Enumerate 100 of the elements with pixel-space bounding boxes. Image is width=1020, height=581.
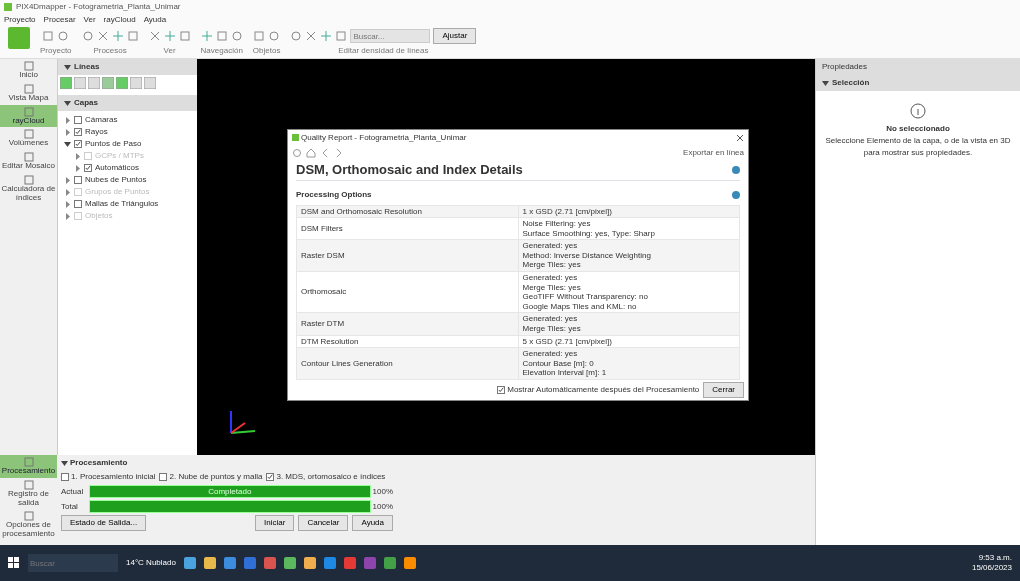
clock-time: 9:53 a.m. <box>977 553 1012 563</box>
panel-icon <box>23 106 34 117</box>
checkbox[interactable] <box>497 386 506 394</box>
tool-button[interactable] <box>81 30 94 42</box>
action-button[interactable]: Ayuda <box>352 515 393 531</box>
tool-button[interactable] <box>268 30 281 42</box>
square-icon <box>42 30 55 42</box>
cross-icon <box>96 30 109 42</box>
app-logo-icon <box>4 3 12 11</box>
tool-button[interactable] <box>163 30 176 42</box>
tool-button[interactable] <box>96 30 109 42</box>
taskbar-search-field[interactable]: Buscar <box>28 554 118 572</box>
action-button[interactable]: Estado de Salida... <box>61 515 147 531</box>
step-label: 1. Procesamiento inicial <box>71 471 156 483</box>
tool-button[interactable] <box>305 30 318 42</box>
checkbox[interactable] <box>74 140 82 148</box>
tool-button[interactable] <box>148 30 161 42</box>
tool-button[interactable] <box>57 30 70 42</box>
app-logo-icon <box>292 134 299 141</box>
tool-button[interactable] <box>42 30 55 42</box>
bar-label: Total <box>61 500 79 513</box>
report-heading: DSM, Orthomosaic and Index Details <box>296 161 523 179</box>
app-icon <box>263 557 276 569</box>
step-label: 2. Nube de puntos y malla <box>169 471 263 483</box>
tool-button[interactable] <box>290 30 303 42</box>
tool-button[interactable] <box>320 30 333 42</box>
menu-item[interactable]: Proyecto <box>4 14 36 26</box>
tool-icon <box>74 77 86 89</box>
tool-button[interactable] <box>230 30 243 42</box>
layer-label[interactable]: Automáticos <box>95 162 140 174</box>
menu-item[interactable]: Ver <box>83 14 96 26</box>
tool-button[interactable] <box>200 30 213 42</box>
sidebar-item[interactable]: Calculadora de índices <box>0 173 57 205</box>
sidebar-item[interactable]: Vista Mapa <box>0 81 57 105</box>
tool-button[interactable] <box>253 30 266 42</box>
panel-header[interactable]: Propiedades <box>816 59 1020 75</box>
tool-button[interactable] <box>126 30 139 42</box>
checkbox[interactable] <box>74 128 82 136</box>
checkbox[interactable] <box>159 473 168 481</box>
table-cell: Generated: yes Contour Base [m]: 0 Elevation Interval [m]: 1 <box>518 347 740 380</box>
checkbox-label: Mostrar Automáticamente después del Procesamiento <box>507 384 700 396</box>
checkbox[interactable] <box>266 473 275 481</box>
expand-arrow-icon[interactable] <box>64 140 71 148</box>
panel-header[interactable]: Procesamiento <box>61 457 393 469</box>
action-button[interactable]: Iniciar <box>255 515 295 531</box>
collapse-arrow-icon[interactable] <box>64 63 71 71</box>
plus-icon <box>163 30 176 42</box>
sidebar-item[interactable]: Editar Mosaico <box>0 150 57 173</box>
tool-icon <box>60 77 72 89</box>
tool-button[interactable] <box>111 30 124 42</box>
sidebar-item[interactable]: Opciones de procesamiento <box>0 509 57 541</box>
checkbox[interactable] <box>84 164 92 172</box>
tool-button[interactable] <box>178 30 191 42</box>
nav-button[interactable] <box>292 147 302 158</box>
panel-header[interactable]: Líneas <box>58 59 197 75</box>
percent-label: 100% <box>372 500 393 513</box>
circle-icon <box>57 30 70 42</box>
layer-label[interactable]: Mallas de Triángulos <box>85 198 159 210</box>
layer-label[interactable]: Rayos <box>85 126 108 138</box>
checkbox[interactable] <box>61 473 69 481</box>
checkbox[interactable] <box>74 200 82 208</box>
collapse-arrow-icon[interactable] <box>64 99 71 107</box>
plus-icon <box>200 30 213 42</box>
nav-button[interactable] <box>320 147 330 158</box>
sidebar-item[interactable]: rayCloud <box>0 104 57 128</box>
adjust-button[interactable]: Ajustar <box>433 28 477 44</box>
close-dialog-button[interactable]: Cerrar <box>703 382 744 398</box>
panel-icon <box>23 152 34 163</box>
menu-item[interactable]: Procesar <box>43 14 76 26</box>
search-field[interactable]: Buscar... <box>350 29 431 43</box>
app-icon <box>203 557 216 569</box>
export-button[interactable]: Exportar en línea <box>683 146 744 159</box>
layer-label[interactable]: Puntos de Paso <box>85 138 142 150</box>
action-button[interactable]: Cancelar <box>298 515 349 531</box>
collapse-arrow-icon[interactable] <box>822 79 829 87</box>
layer-label[interactable]: Cámaras <box>85 114 118 126</box>
menu-item[interactable]: rayCloud <box>103 14 136 26</box>
panel-icon <box>23 511 34 522</box>
checkbox[interactable] <box>74 176 82 184</box>
close-button[interactable] <box>736 133 744 142</box>
nav-button[interactable] <box>334 147 344 158</box>
layer-label[interactable]: Nubes de Puntos <box>85 174 147 186</box>
back-icon <box>320 147 330 158</box>
panel-header[interactable]: Capas <box>58 95 197 111</box>
menu-item[interactable]: Ayuda <box>143 14 167 26</box>
info-icon <box>910 103 926 119</box>
table-cell: Raster DSM <box>296 239 518 272</box>
sidebar-item[interactable]: Volúmenes <box>0 127 57 151</box>
square-icon <box>126 30 139 42</box>
checkbox[interactable] <box>74 116 82 124</box>
app-icon <box>403 557 416 569</box>
toolbar-group-label: Procesos <box>93 45 127 57</box>
sidebar-item[interactable]: Procesamiento <box>0 455 57 478</box>
sidebar-item[interactable]: Inicio <box>0 59 57 82</box>
sidebar-item[interactable]: Registro de salida <box>0 477 57 510</box>
panel-header[interactable]: Selección <box>816 75 1020 91</box>
tool-button[interactable] <box>215 30 228 42</box>
3d-viewport[interactable] <box>197 59 815 455</box>
tool-button[interactable] <box>335 30 348 42</box>
nav-button[interactable] <box>306 147 316 158</box>
